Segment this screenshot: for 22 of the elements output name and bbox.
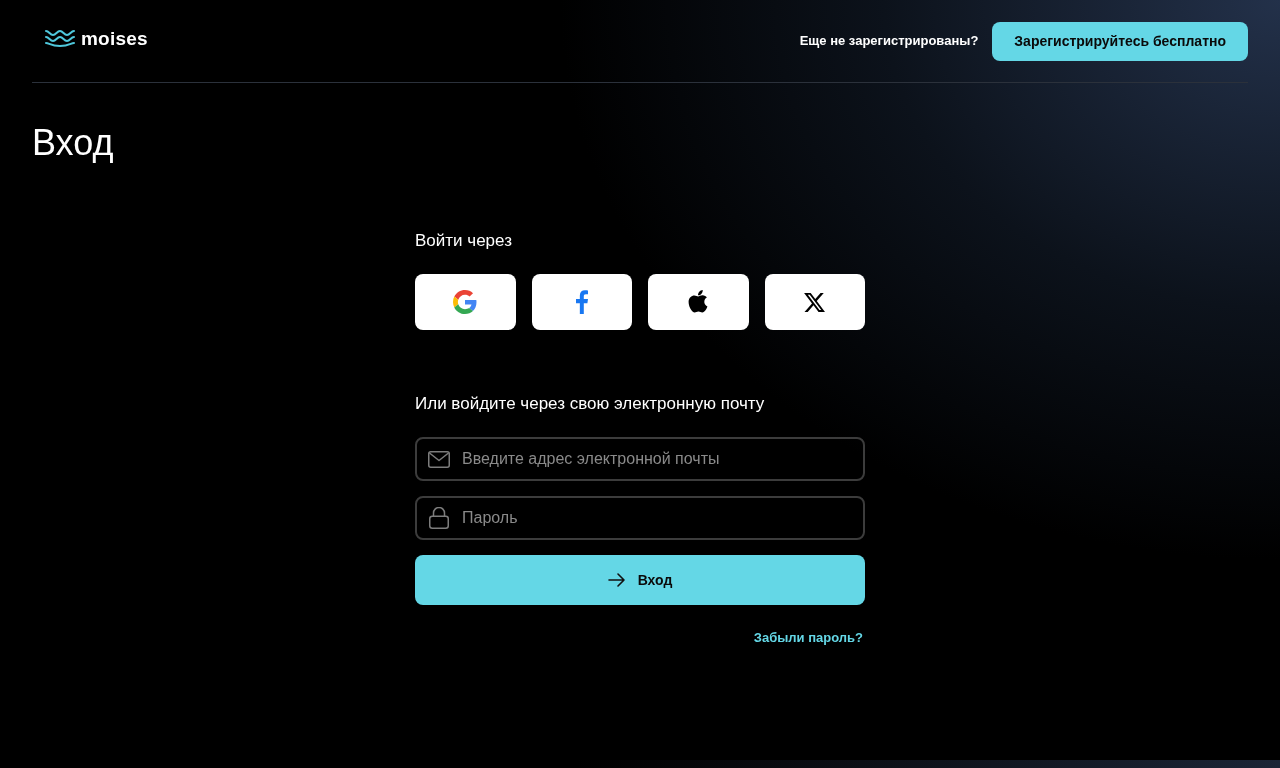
facebook-f-icon — [575, 290, 588, 314]
logo-wordmark: moises — [81, 28, 148, 48]
social-heading: Войти через — [415, 230, 512, 252]
mail-icon — [428, 451, 450, 468]
apple-icon — [688, 290, 709, 314]
signup-prompt: Еще не зарегистрированы? — [799, 32, 979, 51]
apple-login-button[interactable] — [648, 274, 749, 330]
x-logo-icon — [804, 292, 826, 312]
signup-button[interactable]: Зарегистрируйтесь бесплатно — [992, 21, 1248, 61]
x-login-button[interactable] — [764, 274, 865, 330]
logo-icon — [45, 29, 75, 47]
login-button[interactable]: Вход — [415, 555, 865, 605]
email-field[interactable]: Введите адрес электронной почты — [415, 437, 865, 481]
arrow-right-icon — [607, 573, 625, 587]
google-login-button[interactable] — [415, 274, 516, 330]
lock-icon — [429, 507, 449, 529]
password-field[interactable]: Пароль — [415, 496, 865, 540]
forgot-password-link[interactable]: Забыли пароль? — [753, 628, 863, 648]
page-title: Вход — [32, 121, 114, 165]
email-heading: Или войдите через свою электронную почту — [415, 393, 765, 415]
google-g-icon — [453, 290, 478, 314]
facebook-login-button[interactable] — [531, 274, 632, 330]
